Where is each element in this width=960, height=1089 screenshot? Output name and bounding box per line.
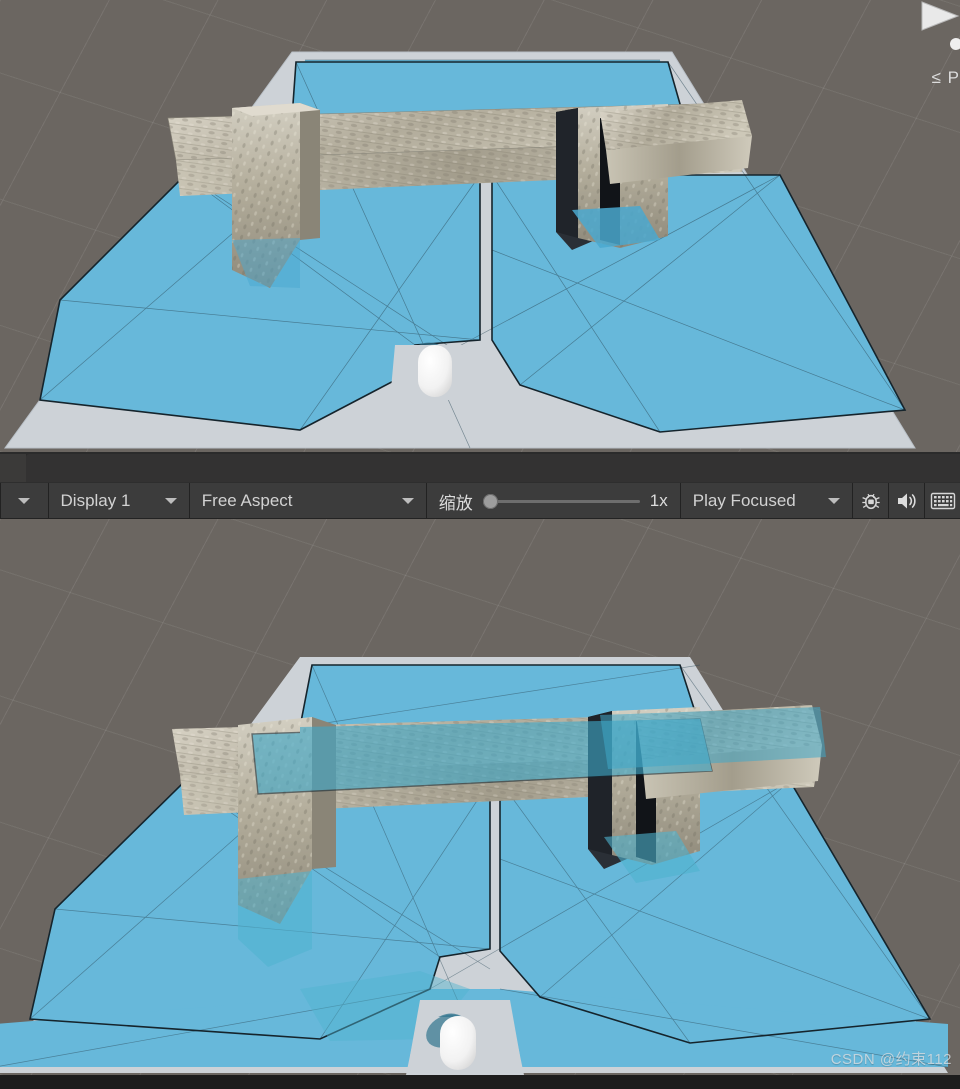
zoom-slider-handle[interactable] xyxy=(482,493,498,509)
debug-bug-icon xyxy=(862,493,880,510)
chevron-down-icon xyxy=(401,498,414,504)
play-mode-label: Play Focused xyxy=(692,491,796,510)
chevron-down-icon xyxy=(164,498,177,504)
display-dropdown[interactable]: Display 1 xyxy=(48,483,190,519)
mute-audio-speaker-icon xyxy=(897,493,916,509)
zoom-value: 1x xyxy=(649,491,668,510)
chevron-down-icon xyxy=(828,498,841,504)
zoom-label: 缩放 xyxy=(438,493,473,513)
aspect-ratio-label: Free Aspect xyxy=(201,491,293,510)
debug-toggle-button[interactable] xyxy=(853,483,890,519)
navmesh-render-bottom xyxy=(0,657,949,1075)
game-view-toolbar: Display 1 Free Aspect 缩放 1x Play Focused xyxy=(0,483,960,519)
bottom-dark-strip xyxy=(0,1075,960,1089)
mute-audio-button[interactable] xyxy=(889,483,926,519)
unity-editor-screenshot: ≤ P Display 1 Free Aspect 缩放 1x Play Foc… xyxy=(0,0,960,1089)
panel-tabstrip[interactable] xyxy=(0,452,960,482)
zoom-slider-track xyxy=(492,499,640,503)
game-view-toolbar-container: Display 1 Free Aspect 缩放 1x Play Focused xyxy=(0,452,960,519)
navmesh-render-top xyxy=(4,51,916,449)
chevron-down-icon xyxy=(18,498,31,504)
stats-button[interactable] xyxy=(925,483,960,519)
display-dropdown-label: Display 1 xyxy=(60,491,131,510)
zoom-slider[interactable] xyxy=(482,493,640,509)
tab-cap xyxy=(26,454,960,482)
stats-grid-icon xyxy=(930,492,955,510)
scene-view-bottom[interactable] xyxy=(0,519,960,1075)
toolbar-menu-button[interactable] xyxy=(0,483,49,519)
zoom-control[interactable]: 缩放 1x xyxy=(426,483,681,519)
scene-view-top[interactable]: ≤ P xyxy=(0,0,960,452)
aspect-ratio-dropdown[interactable]: Free Aspect xyxy=(189,483,427,519)
play-mode-dropdown[interactable]: Play Focused xyxy=(680,483,854,519)
